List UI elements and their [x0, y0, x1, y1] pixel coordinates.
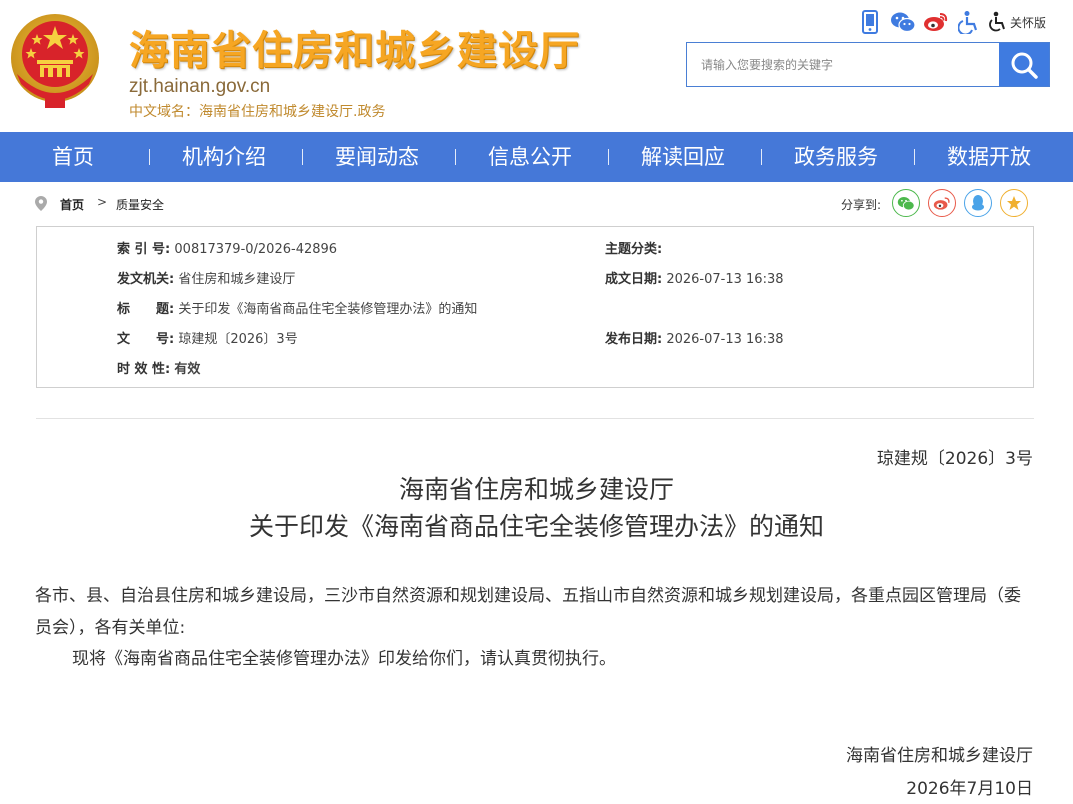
- site-title[interactable]: 海南省住房和城乡建设厅: [129, 18, 580, 76]
- mobile-icon[interactable]: [856, 8, 884, 36]
- nav-separator: [302, 149, 303, 165]
- share-wechat-icon[interactable]: [892, 189, 920, 217]
- meta-validity-label: 时 效 性:: [117, 362, 171, 377]
- nav-separator: [608, 149, 609, 165]
- nav-item-interpretation[interactable]: 解读回应: [641, 132, 725, 182]
- share-qzone-icon[interactable]: [1000, 189, 1028, 217]
- breadcrumb-home[interactable]: 首页: [60, 196, 84, 213]
- share-weibo-icon[interactable]: [928, 189, 956, 217]
- meta-written-date-value: 2026-07-13 16:38: [666, 272, 784, 287]
- meta-docno-value: 琼建规〔2026〕3号: [178, 332, 298, 347]
- meta-issuer-value: 省住房和城乡建设厅: [178, 272, 296, 287]
- search-button[interactable]: [999, 43, 1049, 86]
- meta-issuer-row: 发文机关: 省住房和城乡建设厅: [117, 268, 295, 287]
- meta-title-row: 标 题: 关于印发《海南省商品住宅全装修管理办法》的通知: [117, 298, 477, 317]
- meta-publish-date-label: 发布日期:: [605, 332, 663, 347]
- nav-item-home[interactable]: 首页: [52, 132, 94, 182]
- main-nav: 首页 机构介绍 要闻动态 信息公开 解读回应 政务服务 数据开放: [0, 132, 1073, 182]
- nav-item-news[interactable]: 要闻动态: [335, 132, 419, 182]
- care-mode-link[interactable]: 关怀版: [988, 11, 1046, 33]
- care-mode-icon: [989, 11, 1005, 32]
- meta-topic-row: 主题分类:: [605, 238, 662, 257]
- article-paragraph-addressees: 各市、县、自治县住房和城乡建设局，三沙市自然资源和规划建设局、五指山市自然资源和…: [35, 586, 1021, 638]
- breadcrumb-current[interactable]: 质量安全: [116, 196, 164, 213]
- document-metadata-box: 索 引 号: 00817379-0/2026-42896 主题分类: 发文机关:…: [36, 226, 1034, 388]
- meta-title-value: 关于印发《海南省商品住宅全装修管理办法》的通知: [178, 302, 478, 317]
- article-signature: 海南省住房和城乡建设厅: [846, 746, 1033, 766]
- site-header: 海南省住房和城乡建设厅 zjt.hainan.gov.cn 中文域名：海南省住房…: [0, 0, 1073, 132]
- search-box: [686, 42, 1050, 87]
- meta-index-row: 索 引 号: 00817379-0/2026-42896: [117, 238, 337, 257]
- article-date: 2026年7月10日: [906, 779, 1033, 799]
- nav-separator: [455, 149, 456, 165]
- meta-validity-row: 时 效 性: 有效: [117, 358, 200, 377]
- nav-item-about[interactable]: 机构介绍: [182, 132, 266, 182]
- meta-publish-date-row: 发布日期: 2026-07-13 16:38: [605, 328, 784, 347]
- article-title-line2: 关于印发《海南省商品住宅全装修管理办法》的通知: [248, 512, 824, 541]
- site-domain: zjt.hainan.gov.cn: [129, 76, 271, 97]
- article-paragraph-notice: 现将《海南省商品住宅全装修管理办法》印发给你们，请认真贯彻执行。: [72, 649, 616, 669]
- nav-separator: [149, 149, 150, 165]
- meta-docno-row: 文 号: 琼建规〔2026〕3号: [117, 328, 298, 347]
- accessibility-icon[interactable]: [955, 8, 983, 36]
- meta-topic-label: 主题分类:: [605, 242, 663, 257]
- meta-validity-value: 有效: [174, 362, 201, 377]
- breadcrumb-separator: >: [97, 195, 108, 209]
- site-cn-domain: 中文域名：海南省住房和城乡建设厅.政务: [129, 104, 386, 120]
- meta-written-date-row: 成文日期: 2026-07-13 16:38: [605, 268, 784, 287]
- article-doc-number: 琼建规〔2026〕3号: [876, 449, 1033, 469]
- weibo-icon[interactable]: [922, 8, 950, 36]
- meta-written-date-label: 成文日期:: [605, 272, 663, 287]
- article-title-line1: 海南省住房和城乡建设厅: [398, 475, 674, 504]
- meta-issuer-label: 发文机关:: [117, 272, 175, 287]
- top-icon-bar: 关怀版: [856, 8, 1046, 36]
- nav-item-open-data[interactable]: 数据开放: [947, 132, 1031, 182]
- meta-title-label: 标 题:: [117, 302, 175, 317]
- meta-index-value: 00817379-0/2026-42896: [174, 242, 338, 257]
- location-pin-icon: [35, 196, 47, 211]
- search-input[interactable]: [687, 43, 999, 86]
- nav-separator: [761, 149, 762, 165]
- meta-index-label: 索 引 号:: [117, 242, 171, 257]
- care-mode-label: 关怀版: [1010, 15, 1047, 30]
- content-divider: [36, 418, 1034, 419]
- share-qq-icon[interactable]: [964, 189, 992, 217]
- share-label: 分享到:: [841, 198, 882, 212]
- nav-item-services[interactable]: 政务服务: [794, 132, 878, 182]
- meta-docno-label: 文 号:: [117, 332, 175, 347]
- nav-separator: [914, 149, 915, 165]
- search-icon: [1011, 52, 1038, 79]
- breadcrumb: 首页 > 质量安全 分享到:: [35, 189, 1035, 217]
- national-emblem-icon[interactable]: [9, 12, 101, 110]
- wechat-icon[interactable]: [889, 8, 917, 36]
- nav-item-info-public[interactable]: 信息公开: [488, 132, 572, 182]
- meta-publish-date-value: 2026-07-13 16:38: [666, 332, 784, 347]
